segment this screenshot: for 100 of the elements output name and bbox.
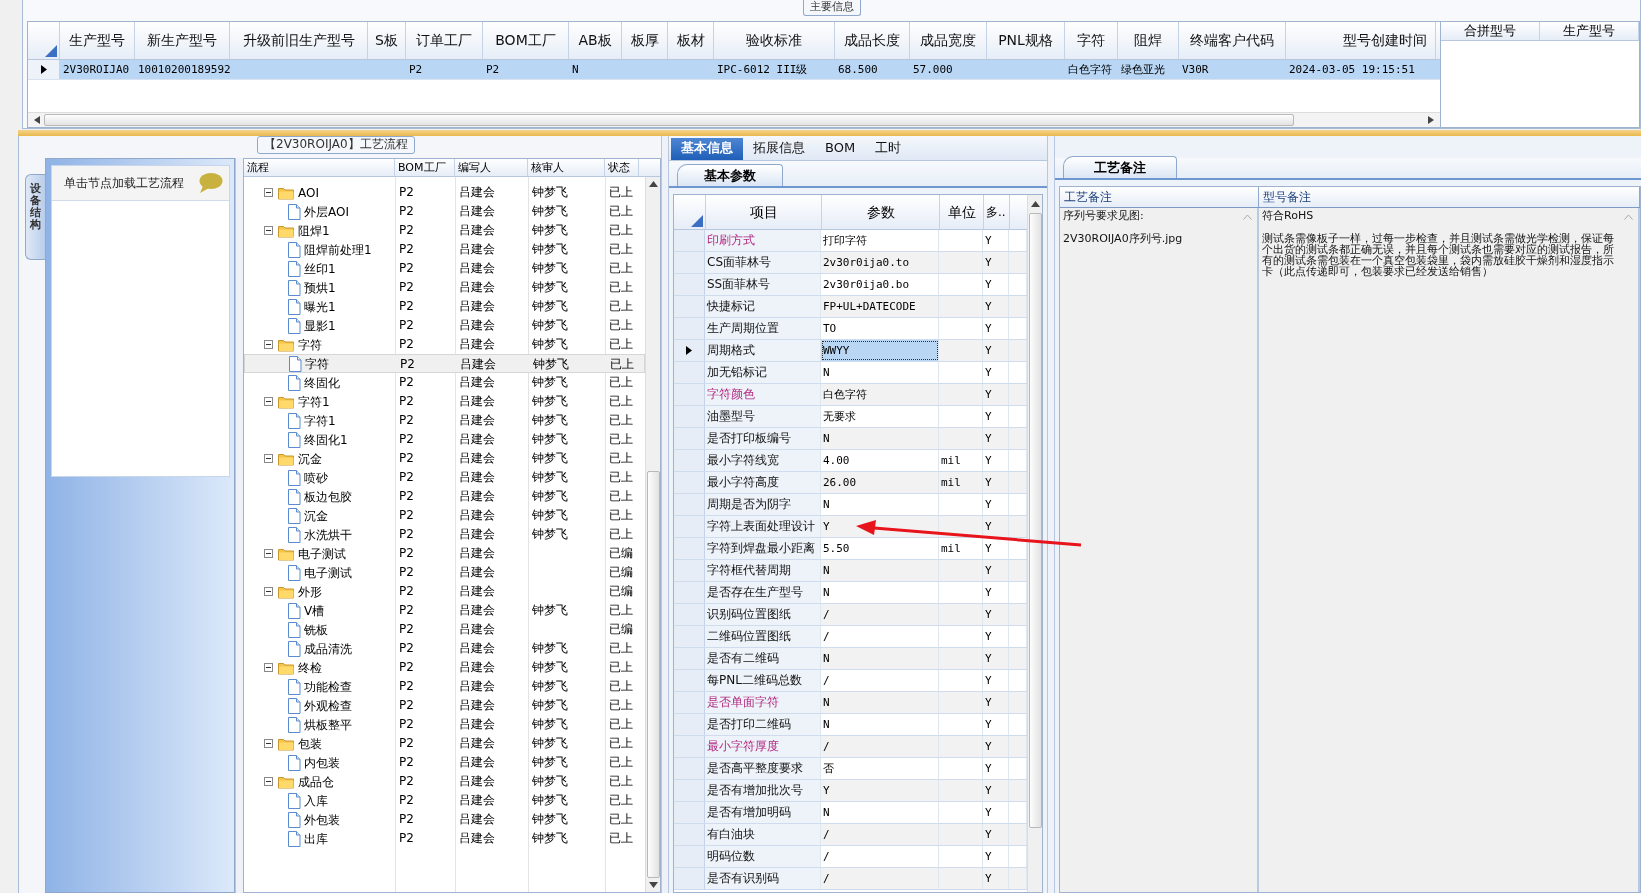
table-row[interactable]: 快捷标记 FP+UL+DATECODE Y — [674, 296, 1027, 318]
splitter-bar[interactable] — [1047, 136, 1055, 893]
column-header[interactable]: 新生产型号 — [135, 22, 230, 59]
table-cell[interactable]: / — [821, 846, 939, 867]
tree-row[interactable]: 沉金 P2 吕建会 钟梦飞 已上 — [244, 506, 645, 525]
tree-row[interactable]: 终固化1 P2 吕建会 钟梦飞 已上 — [244, 430, 645, 449]
table-cell[interactable]: N — [821, 802, 939, 823]
table-cell[interactable]: N — [821, 362, 939, 383]
table-cell[interactable]: / — [821, 626, 939, 647]
table-cell[interactable]: TO — [821, 318, 939, 339]
tree-row[interactable]: 烘板整平 P2 吕建会 钟梦飞 已上 — [244, 715, 645, 734]
tab[interactable]: 基本信息 — [671, 138, 743, 160]
tab[interactable]: 工艺备注 — [1063, 156, 1177, 178]
table-cell[interactable]: / — [821, 670, 939, 691]
side-tab[interactable]: 设备结构 — [25, 174, 45, 260]
table-row[interactable]: 是否打印板编号 N Y — [674, 428, 1027, 450]
tab[interactable]: 拓展信息 — [743, 138, 815, 160]
table-row[interactable]: 印刷方式 打印字符 Y — [674, 230, 1027, 252]
column-header[interactable]: 项目 — [706, 195, 822, 229]
table-row[interactable]: 2V30ROIJA0 10010200189592 P2 P2 N IPC-6012 III级 68.500 57.000 白色字符 绿色亚光 V30R 2024-03-05 19:15:51 — [28, 60, 1440, 80]
tree-row[interactable]: 板边包胶 P2 吕建会 钟梦飞 已上 — [244, 487, 645, 506]
column-header[interactable]: 板材 — [668, 22, 714, 59]
column-header[interactable]: 多.. — [984, 195, 1010, 229]
table-cell[interactable]: 5.50 — [821, 538, 939, 559]
table-cell[interactable]: 2v30r0ija0.to — [821, 252, 939, 273]
vertical-scrollbar[interactable] — [1027, 195, 1042, 892]
text-area[interactable]: 序列号要求见图: 2V30ROIJA0序列号.jpg — [1060, 208, 1259, 892]
table-cell[interactable]: 白色字符 — [821, 384, 939, 405]
column-header[interactable]: 单位 — [940, 195, 984, 229]
collapse-icon[interactable] — [264, 663, 273, 672]
tree-row[interactable]: 出库 P2 吕建会 钟梦飞 已上 — [244, 829, 645, 848]
tree-row[interactable]: 字符1 P2 吕建会 钟梦飞 已上 — [244, 411, 645, 430]
tree-row[interactable]: 成品仓 P2 吕建会 钟梦飞 已上 — [244, 772, 645, 791]
column-header[interactable]: 阻焊 — [1118, 22, 1179, 59]
row-header[interactable] — [674, 340, 705, 361]
tree-row[interactable]: 包装 P2 吕建会 钟梦飞 已上 — [244, 734, 645, 753]
column-header[interactable]: 型号创建时间 — [1286, 22, 1436, 59]
column-header[interactable]: 字符 — [1065, 22, 1118, 59]
table-cell[interactable]: / — [821, 824, 939, 845]
splitter-bar[interactable] — [18, 130, 1641, 136]
tree-row[interactable]: 喷砂 P2 吕建会 钟梦飞 已上 — [244, 468, 645, 487]
table-cell[interactable]: N — [821, 692, 939, 713]
tree-row[interactable]: 电子测试 P2 吕建会 已编 — [244, 544, 645, 563]
column-header[interactable]: 成品长度 — [835, 22, 910, 59]
collapse-icon[interactable] — [264, 454, 273, 463]
splitter-bar[interactable] — [235, 158, 243, 893]
column-header[interactable]: 板厚 — [622, 22, 668, 59]
collapse-icon[interactable] — [264, 188, 273, 197]
tree-row[interactable]: AOI P2 吕建会 钟梦飞 已上 — [244, 183, 645, 202]
table-row[interactable]: 字符框代替周期 N Y — [674, 560, 1027, 582]
table-cell[interactable]: 否 — [821, 758, 939, 779]
collapse-icon[interactable] — [264, 340, 273, 349]
tree-row[interactable]: 内包装 P2 吕建会 钟梦飞 已上 — [244, 753, 645, 772]
table-cell[interactable]: 2v30r0ija0.bo — [821, 274, 939, 295]
tree-row[interactable]: 曝光1 P2 吕建会 钟梦飞 已上 — [244, 297, 645, 316]
collapse-icon[interactable] — [264, 739, 273, 748]
horizontal-scrollbar[interactable] — [28, 112, 1440, 127]
tree-row[interactable]: 电子测试 P2 吕建会 已编 — [244, 563, 645, 582]
table-cell[interactable]: 4.00 — [821, 450, 939, 471]
tree-row[interactable]: 外包装 P2 吕建会 钟梦飞 已上 — [244, 810, 645, 829]
tree-row[interactable]: 终检 P2 吕建会 钟梦飞 已上 — [244, 658, 645, 677]
tab[interactable]: 基本参数 — [677, 164, 783, 186]
tree-row[interactable]: 阻焊前处理1 P2 吕建会 钟梦飞 已上 — [244, 240, 645, 259]
column-header[interactable]: 订单工厂 — [406, 22, 483, 59]
tree-row[interactable]: 字符 P2 吕建会 钟梦飞 已上 — [244, 354, 645, 373]
tab[interactable]: 工时 — [865, 138, 912, 160]
tree-row[interactable]: 沉金 P2 吕建会 钟梦飞 已上 — [244, 449, 645, 468]
table-row[interactable]: 最小字符高度 26.00 mil Y — [674, 472, 1027, 494]
column-header[interactable]: 生产型号 — [60, 22, 135, 59]
table-cell[interactable]: N — [821, 648, 939, 669]
text-area[interactable]: 符合RoHS 测试条需像板子一样，过每一步检查，并且测试条需做光学检测，保证每个出货的测试条都正确无误，并且每个测试条也需要对应的测试报告，所有的测试条需包装在一个真空包装袋里，袋内需放硅胶干燥剂和湿度指示卡（此点传递即可，包装要求已经发送给销售） — [1259, 208, 1640, 892]
table-cell[interactable]: FP+UL+DATECODE — [821, 296, 939, 317]
column-header[interactable]: 生产型号 — [1540, 22, 1639, 40]
table-row[interactable]: 周期格式 WWYY Y — [674, 340, 1027, 362]
column-header[interactable]: BOM工厂 — [483, 22, 569, 59]
column-header[interactable]: 成品宽度 — [910, 22, 987, 59]
table-row[interactable]: 是否有识别码 / Y — [674, 868, 1027, 890]
tree-row[interactable]: 入库 P2 吕建会 钟梦飞 已上 — [244, 791, 645, 810]
tree-row[interactable]: 字符1 P2 吕建会 钟梦飞 已上 — [244, 392, 645, 411]
table-cell[interactable]: N — [821, 428, 939, 449]
table-cell[interactable]: N — [821, 560, 939, 581]
column-header[interactable]: 流程 — [244, 159, 395, 176]
collapse-icon[interactable] — [264, 777, 273, 786]
column-header[interactable]: 编写人 — [455, 159, 528, 176]
table-cell[interactable]: 打印字符 — [821, 230, 939, 251]
column-header[interactable]: 验收标准 — [714, 22, 835, 59]
table-cell[interactable]: N — [821, 582, 939, 603]
table-row[interactable]: 是否单面字符 N Y — [674, 692, 1027, 714]
table-cell[interactable]: 无要求 — [821, 406, 939, 427]
table-cell[interactable]: / — [821, 736, 939, 757]
row-header[interactable] — [28, 60, 60, 79]
table-cell[interactable]: N — [821, 714, 939, 735]
collapse-icon[interactable] — [264, 397, 273, 406]
table-cell[interactable]: 26.00 — [821, 472, 939, 493]
collapse-icon[interactable] — [264, 226, 273, 235]
tree-row[interactable]: 丝印1 P2 吕建会 钟梦飞 已上 — [244, 259, 645, 278]
table-cell[interactable]: Y — [821, 780, 939, 801]
tree-row[interactable]: V槽 P2 吕建会 钟梦飞 已上 — [244, 601, 645, 620]
table-row[interactable]: 识别码位置图纸 / Y — [674, 604, 1027, 626]
column-header[interactable]: S板 — [368, 22, 406, 59]
